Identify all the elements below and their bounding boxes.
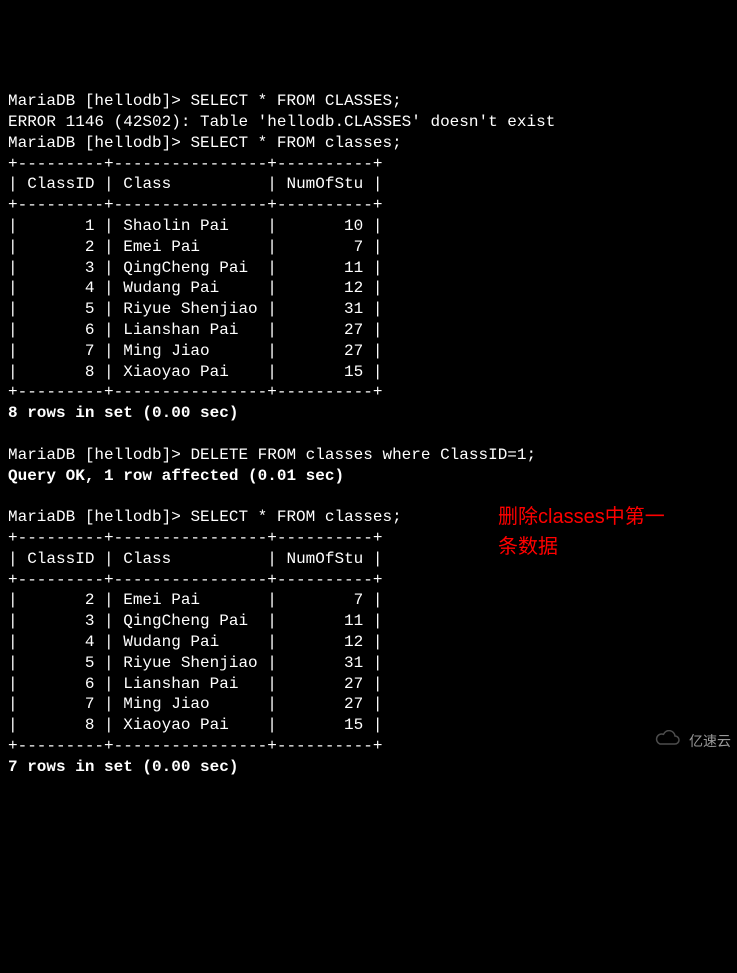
table-divider: +---------+----------------+----------+ [8,196,382,214]
watermark-text: 亿速云 [689,732,731,750]
table-body-1: | 1 | Shaolin Pai | 10 | | 2 | Emei Pai … [8,217,382,381]
col-header-class: Class [123,175,171,193]
result-rows-7: 7 rows in set (0.00 sec) [8,758,238,776]
result-delete-ok: Query OK, 1 row affected (0.01 sec) [8,467,344,485]
col-header-numofstu: NumOfStu [286,175,363,193]
prompt: MariaDB [hellodb]> [8,446,181,464]
prompt: MariaDB [hellodb]> [8,508,181,526]
prompt: MariaDB [hellodb]> [8,92,181,110]
table-divider: +---------+----------------+----------+ [8,737,382,755]
error-message: ERROR 1146 (42S02): Table 'hellodb.CLASS… [8,113,555,131]
sql-query-3: DELETE FROM classes where ClassID=1; [190,446,536,464]
table-body-2: | 2 | Emei Pai | 7 | | 3 | QingCheng Pai… [8,591,382,734]
table-divider: +---------+----------------+----------+ [8,529,382,547]
col-header-class: Class [123,550,171,568]
sql-query-2: SELECT * FROM classes; [190,134,401,152]
cloud-icon [639,711,683,770]
annotation-line-1: 删除classes中第一 [498,502,665,532]
watermark: 亿速云 [639,711,731,770]
sql-query-4: SELECT * FROM classes; [190,508,401,526]
prompt: MariaDB [hellodb]> [8,134,181,152]
table-divider: +---------+----------------+----------+ [8,383,382,401]
annotation-text: 删除classes中第一 条数据 [498,502,665,562]
terminal-output: MariaDB [hellodb]> SELECT * FROM CLASSES… [8,91,729,777]
result-rows-8: 8 rows in set (0.00 sec) [8,404,238,422]
annotation-line-2: 条数据 [498,532,665,562]
col-header-classid: ClassID [27,175,94,193]
table-divider: +---------+----------------+----------+ [8,155,382,173]
col-header-classid: ClassID [27,550,94,568]
sql-query-1: SELECT * FROM CLASSES; [190,92,401,110]
table-divider: +---------+----------------+----------+ [8,571,382,589]
col-header-numofstu: NumOfStu [286,550,363,568]
